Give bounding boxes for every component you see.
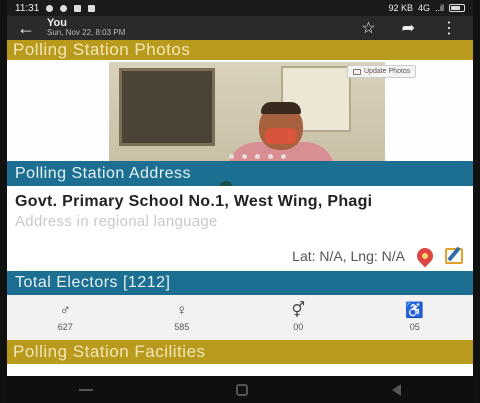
camera-icon bbox=[353, 68, 361, 75]
blackboard bbox=[119, 68, 215, 146]
regional-address-placeholder[interactable]: Address in regional language bbox=[15, 213, 465, 230]
polling-station-photo[interactable] bbox=[109, 62, 385, 161]
photos-section-header: Polling Station Photos bbox=[7, 40, 473, 60]
male-electors: ♂ 627 bbox=[35, 302, 95, 333]
female-icon: ♀ bbox=[176, 302, 188, 319]
pwd-electors: ♿ 05 bbox=[385, 302, 445, 333]
content-strip bbox=[7, 364, 473, 376]
facilities-section-header[interactable]: Polling Station Facilities bbox=[7, 340, 473, 364]
app-screen: 11:31 92 KB 4G ..il ← You Sun, Nov 22, 8… bbox=[7, 0, 473, 403]
carousel-dots bbox=[229, 154, 286, 159]
more-vert-icon[interactable]: ⋮ bbox=[441, 18, 457, 38]
app-bar: ← You Sun, Nov 22, 8:03 PM ☆ ➦ ⋮ bbox=[7, 16, 473, 40]
notification-icon bbox=[46, 4, 54, 12]
female-count: 585 bbox=[174, 322, 190, 332]
address-section-header: Polling Station Address bbox=[7, 161, 473, 186]
photo-carousel[interactable]: Update Photos bbox=[7, 60, 473, 161]
third-gender-icon: ⚥ bbox=[291, 302, 306, 319]
electors-section-header: Total Electors [1212] bbox=[7, 271, 473, 295]
status-bar: 11:31 92 KB 4G ..il bbox=[7, 0, 473, 16]
pwd-count: 05 bbox=[409, 322, 420, 332]
network-type: 4G bbox=[417, 3, 430, 13]
location-pin-icon[interactable] bbox=[413, 244, 437, 268]
app-bar-title: You bbox=[47, 17, 67, 29]
home-icon[interactable] bbox=[236, 383, 249, 396]
third-gender-electors: ⚥ 00 bbox=[268, 302, 328, 333]
system-nav-bar bbox=[7, 376, 473, 403]
address-panel: Govt. Primary School No.1, West Wing, Ph… bbox=[7, 186, 473, 271]
battery-icon bbox=[449, 4, 465, 12]
update-photos-button[interactable]: Update Photos bbox=[347, 65, 417, 78]
edit-icon[interactable] bbox=[445, 248, 463, 264]
recent-apps-icon[interactable] bbox=[78, 388, 93, 391]
update-photos-label: Update Photos bbox=[364, 68, 411, 75]
third-gender-count: 00 bbox=[293, 322, 304, 332]
station-address: Govt. Primary School No.1, West Wing, Ph… bbox=[15, 193, 373, 210]
notification-icon bbox=[88, 4, 96, 12]
app-bar-subtitle: Sun, Nov 22, 8:03 PM bbox=[47, 28, 126, 37]
pwd-wheelchair-icon: ♿ bbox=[405, 302, 425, 319]
male-icon: ♂ bbox=[59, 302, 71, 319]
arrow-left-icon[interactable]: ← bbox=[17, 19, 47, 37]
notification-icon bbox=[60, 4, 68, 12]
notification-icon bbox=[74, 4, 82, 12]
star-icon[interactable]: ☆ bbox=[361, 18, 375, 38]
app-bar-titles: You Sun, Nov 22, 8:03 PM bbox=[47, 18, 125, 38]
clock: 11:31 bbox=[15, 2, 40, 14]
male-count: 627 bbox=[57, 322, 73, 332]
female-electors: ♀ 585 bbox=[152, 302, 212, 333]
data-speed: 92 KB bbox=[388, 3, 413, 13]
signal-icon: ..il bbox=[435, 3, 444, 13]
back-icon[interactable] bbox=[392, 383, 402, 396]
electors-stats: ♂ 627 ♀ 585 ⚥ 00 ♿ 05 bbox=[7, 295, 473, 340]
lat-lng-readout: Lat: N/A, Lng: N/A bbox=[292, 248, 405, 264]
share-icon[interactable]: ➦ bbox=[402, 18, 415, 38]
